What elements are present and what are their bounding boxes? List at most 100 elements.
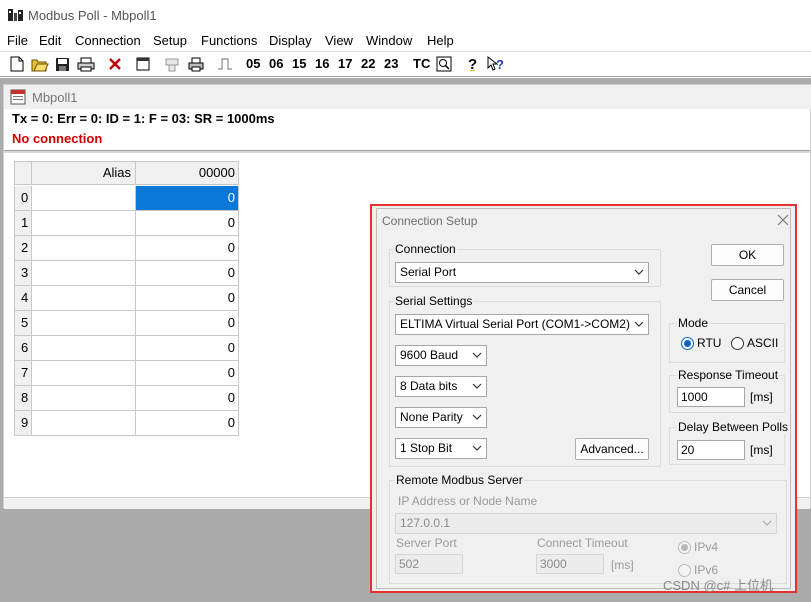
alias-cell[interactable] xyxy=(32,336,136,361)
new-icon[interactable] xyxy=(8,53,26,75)
server-port-label: Server Port xyxy=(396,536,457,550)
function-code-23[interactable]: 23 xyxy=(384,56,398,71)
alias-cell[interactable] xyxy=(32,311,136,336)
register-value-cell[interactable]: 0 xyxy=(136,411,239,436)
row-header[interactable]: 1 xyxy=(14,211,32,236)
alias-cell[interactable] xyxy=(32,411,136,436)
serial-settings-label: Serial Settings xyxy=(394,294,474,308)
dialog-title: Connection Setup xyxy=(382,214,478,228)
connect-timeout-unit: [ms] xyxy=(611,558,634,572)
response-timeout-input[interactable]: 1000 xyxy=(677,387,745,407)
toolbar: 05 06 15 16 17 22 23 TC ? ? xyxy=(0,52,811,77)
window-title: Modbus Poll - Mbpoll1 xyxy=(28,8,157,23)
function-code-22[interactable]: 22 xyxy=(361,56,375,71)
baud-rate-select[interactable]: 9600 Baud xyxy=(395,345,487,366)
stop-bits-select[interactable]: 1 Stop Bit xyxy=(395,438,487,459)
row-header[interactable]: 7 xyxy=(14,361,32,386)
data-bits-value: 8 Data bits xyxy=(400,379,458,393)
parity-select[interactable]: None Parity xyxy=(395,407,487,428)
context-help-icon[interactable]: ? xyxy=(486,53,506,75)
menu-file[interactable]: File xyxy=(7,33,28,48)
function-code-15[interactable]: 15 xyxy=(292,56,306,71)
row-header[interactable]: 8 xyxy=(14,386,32,411)
menu-display[interactable]: Display xyxy=(269,33,312,48)
connect-timeout-input[interactable]: 3000 xyxy=(536,554,604,574)
register-value-cell[interactable]: 0 xyxy=(136,361,239,386)
tc-button[interactable]: TC xyxy=(413,56,430,71)
print-icon[interactable] xyxy=(75,53,97,75)
cancel-button[interactable]: Cancel xyxy=(711,279,784,301)
row-header[interactable]: 5 xyxy=(14,311,32,336)
row-header[interactable]: 0 xyxy=(14,186,32,211)
modbus-app-icon xyxy=(8,9,23,21)
window-icon[interactable] xyxy=(133,53,153,75)
serial-port-select[interactable]: ELTIMA Virtual Serial Port (COM1->COM2) xyxy=(395,314,649,335)
child-window-title: Mbpoll1 xyxy=(32,90,78,105)
ip-address-label: IP Address or Node Name xyxy=(398,494,538,508)
ok-button[interactable]: OK xyxy=(711,244,784,266)
menu-help[interactable]: Help xyxy=(427,33,454,48)
mode-rtu-radio[interactable] xyxy=(681,337,694,350)
function-code-05[interactable]: 05 xyxy=(246,56,260,71)
register-value-cell[interactable]: 0 xyxy=(136,311,239,336)
csdn-watermark: CSDN @c# 上位机 xyxy=(663,578,773,593)
alias-cell[interactable] xyxy=(32,361,136,386)
connect-timeout-label: Connect Timeout xyxy=(537,536,628,550)
child-title-bar: Mbpoll1 xyxy=(4,85,811,109)
function-code-16[interactable]: 16 xyxy=(315,56,329,71)
register-value-cell[interactable]: 0 xyxy=(136,286,239,311)
menu-connection[interactable]: Connection xyxy=(75,33,141,48)
ipv4-radio[interactable] xyxy=(678,541,691,554)
register-value-cell[interactable]: 0 xyxy=(136,386,239,411)
alias-cell[interactable] xyxy=(32,286,136,311)
advanced-button[interactable]: Advanced... xyxy=(575,438,649,460)
menu-view[interactable]: View xyxy=(325,33,353,48)
data-bits-select[interactable]: 8 Data bits xyxy=(395,376,487,397)
alias-cell[interactable] xyxy=(32,386,136,411)
chevron-down-icon xyxy=(472,414,482,420)
alias-cell[interactable] xyxy=(32,261,136,286)
register-value-cell[interactable]: 0 xyxy=(136,211,239,236)
save-icon[interactable] xyxy=(53,53,71,75)
delay-input[interactable]: 20 xyxy=(677,440,745,460)
connection-type-select[interactable]: Serial Port xyxy=(395,262,649,283)
open-icon[interactable] xyxy=(30,53,50,75)
function-code-17[interactable]: 17 xyxy=(338,56,352,71)
row-header[interactable]: 3 xyxy=(14,261,32,286)
row-header[interactable]: 6 xyxy=(14,336,32,361)
column-header-alias[interactable]: Alias xyxy=(32,161,136,185)
svg-text:?: ? xyxy=(496,57,504,72)
alias-cell[interactable] xyxy=(32,186,136,211)
connection-setup-dialog: Connection Setup Connection Serial Port … xyxy=(370,204,797,593)
menu-functions[interactable]: Functions xyxy=(201,33,257,48)
register-value-cell[interactable]: 0 xyxy=(136,261,239,286)
server-port-input[interactable]: 502 xyxy=(395,554,463,574)
function-code-06[interactable]: 06 xyxy=(269,56,283,71)
read-write-icon[interactable] xyxy=(434,53,454,75)
ip-address-select[interactable]: 127.0.0.1 xyxy=(395,513,777,534)
menu-setup[interactable]: Setup xyxy=(153,33,187,48)
help-icon[interactable]: ? xyxy=(464,53,482,75)
mode-ascii-radio[interactable] xyxy=(731,337,744,350)
chevron-down-icon xyxy=(472,383,482,389)
pulse-icon[interactable] xyxy=(214,53,236,75)
printer-icon[interactable] xyxy=(186,53,206,75)
disconnect-icon[interactable] xyxy=(105,53,125,75)
chevron-down-icon xyxy=(762,520,772,526)
row-header[interactable]: 4 xyxy=(14,286,32,311)
response-timeout-unit: [ms] xyxy=(750,390,773,404)
column-header-address[interactable]: 00000 xyxy=(136,161,239,185)
register-value-cell[interactable]: 0 xyxy=(136,186,239,211)
close-icon[interactable] xyxy=(775,212,791,228)
register-value-cell[interactable]: 0 xyxy=(136,336,239,361)
menu-window[interactable]: Window xyxy=(366,33,412,48)
menu-bar: File Edit Connection Setup Functions Dis… xyxy=(0,31,811,52)
alias-cell[interactable] xyxy=(32,211,136,236)
alias-cell[interactable] xyxy=(32,236,136,261)
row-header[interactable]: 2 xyxy=(14,236,32,261)
row-header[interactable]: 9 xyxy=(14,411,32,436)
menu-edit[interactable]: Edit xyxy=(39,33,61,48)
connect-icon[interactable] xyxy=(162,53,182,75)
chevron-down-icon xyxy=(472,445,482,451)
register-value-cell[interactable]: 0 xyxy=(136,236,239,261)
